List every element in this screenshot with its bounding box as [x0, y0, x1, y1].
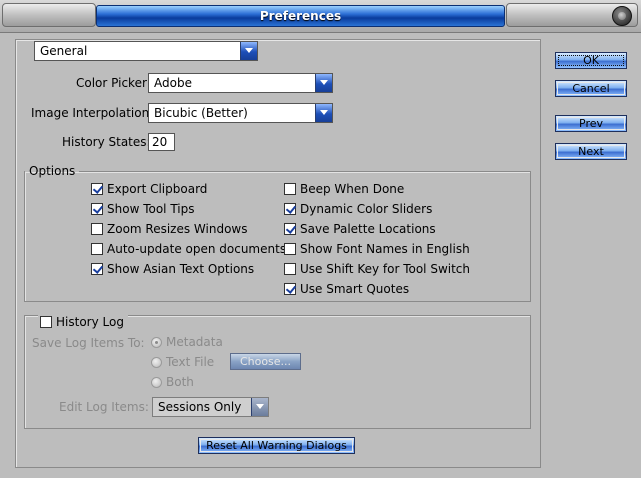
- color-picker-select[interactable]: Adobe: [148, 73, 333, 93]
- chevron-down-icon[interactable]: [251, 398, 268, 416]
- checkbox-box[interactable]: [91, 263, 103, 275]
- title-bar[interactable]: Preferences: [0, 0, 641, 33]
- checkbox-label: Show Tool Tips: [107, 202, 195, 216]
- ok-button[interactable]: OK: [555, 52, 627, 69]
- both-radio[interactable]: Both: [151, 375, 194, 389]
- color-picker-label: Color Picker:: [76, 76, 151, 90]
- edit-log-items-value: Sessions Only: [158, 400, 242, 414]
- image-interpolation-select[interactable]: Bicubic (Better): [148, 103, 333, 123]
- checkbox-box[interactable]: [40, 316, 52, 328]
- checkbox-box[interactable]: [91, 203, 103, 215]
- text-file-radio[interactable]: Text File: [151, 355, 214, 369]
- next-button[interactable]: Next: [555, 143, 627, 160]
- radio-dot[interactable]: [151, 376, 162, 388]
- save-palette-locations-checkbox[interactable]: Save Palette Locations: [284, 222, 436, 236]
- export-clipboard-checkbox[interactable]: Export Clipboard: [91, 182, 207, 196]
- checkbox-label: Show Font Names in English: [300, 242, 470, 256]
- checkbox-label: Save Palette Locations: [300, 222, 436, 236]
- dynamic-color-sliders-checkbox[interactable]: Dynamic Color Sliders: [284, 202, 432, 216]
- radio-dot[interactable]: [151, 356, 162, 368]
- history-states-label: History States:: [62, 135, 151, 149]
- history-log-checkbox[interactable]: History Log: [38, 315, 128, 329]
- image-interpolation-value: Bicubic (Better): [154, 106, 248, 120]
- chevron-down-icon[interactable]: [315, 104, 332, 122]
- radio-label: Both: [166, 375, 194, 389]
- metadata-radio[interactable]: Metadata: [151, 335, 223, 349]
- options-legend: Options: [29, 164, 76, 178]
- checkbox-label: Beep When Done: [300, 182, 405, 196]
- checkbox-label: Show Asian Text Options: [107, 262, 255, 276]
- preferences-panel: General Color Picker: Adobe Image Interp…: [15, 39, 541, 468]
- section-select[interactable]: General: [34, 41, 258, 61]
- cancel-button[interactable]: Cancel: [555, 80, 627, 97]
- checkbox-box[interactable]: [284, 283, 296, 295]
- section-select-value: General: [40, 44, 88, 58]
- chevron-down-icon[interactable]: [315, 74, 332, 92]
- checkbox-box[interactable]: [284, 203, 296, 215]
- checkbox-label: Use Shift Key for Tool Switch: [300, 262, 471, 276]
- checkbox-box[interactable]: [284, 223, 296, 235]
- checkbox-label: History Log: [56, 315, 124, 329]
- chevron-down-icon[interactable]: [240, 42, 257, 60]
- zoom-resizes-windows-checkbox[interactable]: Zoom Resizes Windows: [91, 222, 248, 236]
- choose-button[interactable]: Choose...: [230, 353, 301, 370]
- title-bar-left-slab: [2, 3, 96, 27]
- history-states-input[interactable]: [148, 133, 175, 151]
- use-smart-quotes-checkbox[interactable]: Use Smart Quotes: [284, 282, 409, 296]
- checkbox-box[interactable]: [91, 243, 103, 255]
- checkbox-box[interactable]: [284, 183, 296, 195]
- checkbox-box[interactable]: [91, 223, 103, 235]
- checkbox-label: Auto-update open documents: [107, 242, 287, 256]
- show-asian-text-options-checkbox[interactable]: Show Asian Text Options: [91, 262, 254, 276]
- checkbox-label: Use Smart Quotes: [300, 282, 410, 296]
- radio-dot[interactable]: [151, 336, 162, 348]
- save-log-items-label: Save Log Items To:: [32, 336, 145, 350]
- close-icon[interactable]: [612, 6, 632, 26]
- radio-label: Text File: [166, 355, 215, 369]
- beep-when-done-checkbox[interactable]: Beep When Done: [284, 182, 404, 196]
- checkbox-label: Dynamic Color Sliders: [300, 202, 433, 216]
- window-title: Preferences: [96, 5, 505, 27]
- checkbox-label: Zoom Resizes Windows: [107, 222, 248, 236]
- show-font-names-english-checkbox[interactable]: Show Font Names in English: [284, 242, 470, 256]
- edit-log-items-label: Edit Log Items:: [59, 400, 149, 414]
- checkbox-box[interactable]: [91, 183, 103, 195]
- checkbox-box[interactable]: [284, 263, 296, 275]
- auto-update-documents-checkbox[interactable]: Auto-update open documents: [91, 242, 286, 256]
- image-interpolation-label: Image Interpolation:: [31, 106, 154, 120]
- radio-label: Metadata: [166, 335, 223, 349]
- checkbox-label: Export Clipboard: [107, 182, 208, 196]
- reset-warning-dialogs-button[interactable]: Reset All Warning Dialogs: [198, 437, 355, 454]
- show-tool-tips-checkbox[interactable]: Show Tool Tips: [91, 202, 194, 216]
- prev-button[interactable]: Prev: [555, 115, 627, 132]
- checkbox-box[interactable]: [284, 243, 296, 255]
- edit-log-items-select[interactable]: Sessions Only: [152, 397, 269, 417]
- color-picker-value: Adobe: [154, 76, 192, 90]
- use-shift-key-tool-switch-checkbox[interactable]: Use Shift Key for Tool Switch: [284, 262, 470, 276]
